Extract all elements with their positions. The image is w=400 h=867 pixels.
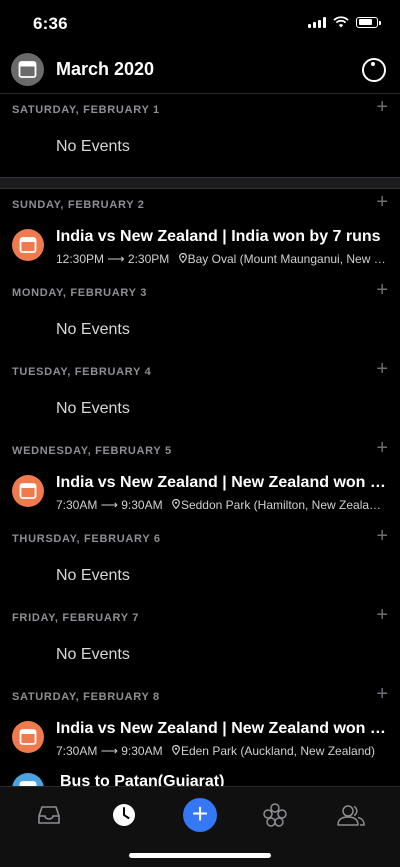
calendar-icon	[18, 61, 37, 78]
location-pin-icon	[172, 499, 180, 509]
event-calendar-icon	[12, 721, 44, 753]
event-item[interactable]: India vs New Zealand | New Zealand won b…	[0, 467, 400, 523]
add-event-button[interactable]: +	[376, 526, 388, 546]
home-indicator	[129, 853, 271, 858]
event-item[interactable]: India vs New Zealand | India won by 7 ru…	[0, 221, 400, 277]
arrow-icon: ⟶	[100, 744, 118, 758]
status-icons	[308, 16, 381, 28]
day-label: FRIDAY, FEBRUARY 7	[12, 612, 140, 624]
day-section: SATURDAY, FEBRUARY 8 + India vs New Zeal…	[0, 681, 400, 786]
day-label: MONDAY, FEBRUARY 3	[12, 287, 148, 299]
today-ring-button[interactable]	[362, 58, 386, 82]
tab-add[interactable]: +	[180, 795, 220, 835]
week-separator	[0, 177, 400, 189]
day-header: WEDNESDAY, FEBRUARY 5 +	[0, 435, 400, 467]
event-title: India vs New Zealand | New Zealand won b…	[56, 720, 386, 737]
event-details: 7:30AM ⟶ 9:30AM Eden Park (Auckland, New…	[56, 744, 386, 758]
day-header: THURSDAY, FEBRUARY 6 +	[0, 523, 400, 555]
day-section: MONDAY, FEBRUARY 3 + No Events	[0, 277, 400, 356]
day-section: THURSDAY, FEBRUARY 6 + No Events	[0, 523, 400, 602]
day-header: SUNDAY, FEBRUARY 2 +	[0, 189, 400, 221]
add-event-button[interactable]: +	[376, 605, 388, 625]
event-start-time: 7:30AM	[56, 744, 98, 758]
status-bar: 6:36	[0, 0, 400, 46]
calendar-toggle-button[interactable]	[11, 53, 44, 86]
event-title: Bus to Patan(Gujarat)	[60, 773, 225, 786]
day-header: SATURDAY, FEBRUARY 8 +	[0, 681, 400, 713]
agenda-list[interactable]: SATURDAY, FEBRUARY 1 + No Events SUNDAY,…	[0, 94, 400, 786]
event-start-time: 12:30PM	[56, 252, 105, 266]
day-section: WEDNESDAY, FEBRUARY 5 + India vs New Zea…	[0, 435, 400, 523]
event-end-time: 9:30AM	[121, 498, 163, 512]
battery-icon	[356, 16, 381, 28]
event-item[interactable]: Bus to Patan(Gujarat)	[0, 769, 400, 786]
add-event-button[interactable]: +	[376, 97, 388, 117]
day-label: THURSDAY, FEBRUARY 6	[12, 533, 161, 545]
inbox-icon	[38, 806, 60, 824]
day-header: MONDAY, FEBRUARY 3 +	[0, 277, 400, 309]
calendar-header: March 2020	[0, 46, 400, 94]
signal-icon	[308, 16, 326, 28]
location-pin-icon	[178, 253, 187, 263]
day-header: TUESDAY, FEBRUARY 4 +	[0, 356, 400, 388]
tab-apps[interactable]	[255, 795, 295, 835]
wifi-icon	[333, 16, 349, 28]
tab-agenda[interactable]	[104, 795, 144, 835]
add-event-button[interactable]: +	[376, 359, 388, 379]
day-label: TUESDAY, FEBRUARY 4	[12, 366, 152, 378]
add-event-button[interactable]: +	[376, 280, 388, 300]
add-event-button[interactable]: +	[376, 438, 388, 458]
event-title: India vs New Zealand | New Zealand won b…	[56, 474, 386, 491]
event-end-time: 9:30AM	[121, 744, 163, 758]
no-events-label: No Events	[56, 567, 130, 584]
tab-contacts[interactable]	[331, 795, 371, 835]
tab-inbox[interactable]	[29, 795, 69, 835]
event-calendar-icon	[12, 475, 44, 507]
event-start-time: 7:30AM	[56, 498, 98, 512]
event-location: Bay Oval (Mount Maunganui, New Zealand)	[187, 252, 386, 266]
arrow-icon: ⟶	[100, 498, 118, 512]
day-section: FRIDAY, FEBRUARY 7 + No Events	[0, 602, 400, 681]
event-location: Seddon Park (Hamilton, New Zealand)	[180, 498, 386, 512]
location-pin-icon	[172, 745, 180, 755]
event-calendar-icon	[12, 229, 44, 261]
event-end-time: 2:30PM	[127, 252, 170, 266]
flower-icon	[263, 803, 287, 827]
day-label: SUNDAY, FEBRUARY 2	[12, 199, 145, 211]
clock-icon	[113, 804, 135, 826]
day-section: TUESDAY, FEBRUARY 4 + No Events	[0, 356, 400, 435]
add-event-button[interactable]: +	[376, 684, 388, 704]
add-icon: +	[183, 798, 217, 832]
day-label: WEDNESDAY, FEBRUARY 5	[12, 445, 172, 457]
no-events-label: No Events	[56, 646, 130, 663]
tab-bar: +	[0, 786, 400, 867]
no-events-label: No Events	[56, 321, 130, 338]
day-header: SATURDAY, FEBRUARY 1 +	[0, 94, 400, 126]
day-label: SATURDAY, FEBRUARY 1	[12, 104, 160, 116]
add-event-button[interactable]: +	[376, 192, 388, 212]
no-events-label: No Events	[56, 400, 130, 417]
event-item[interactable]: India vs New Zealand | New Zealand won b…	[0, 713, 400, 769]
event-details: 7:30AM ⟶ 9:30AM Seddon Park (Hamilton, N…	[56, 498, 386, 512]
event-details: 12:30PM ⟶ 2:30PM Bay Oval (Mount Maungan…	[56, 252, 386, 266]
day-label: SATURDAY, FEBRUARY 8	[12, 691, 160, 703]
day-section: SUNDAY, FEBRUARY 2 + India vs New Zealan…	[0, 189, 400, 277]
event-location: Eden Park (Auckland, New Zealand)	[180, 744, 376, 758]
status-time: 6:36	[33, 14, 68, 33]
event-calendar-icon	[12, 773, 44, 786]
day-header: FRIDAY, FEBRUARY 7 +	[0, 602, 400, 634]
no-events-label: No Events	[56, 138, 130, 155]
month-title[interactable]: March 2020	[56, 59, 154, 80]
arrow-icon: ⟶	[107, 252, 125, 266]
event-title: India vs New Zealand | India won by 7 ru…	[56, 228, 381, 245]
day-section: SATURDAY, FEBRUARY 1 + No Events	[0, 94, 400, 173]
people-icon	[337, 805, 365, 826]
